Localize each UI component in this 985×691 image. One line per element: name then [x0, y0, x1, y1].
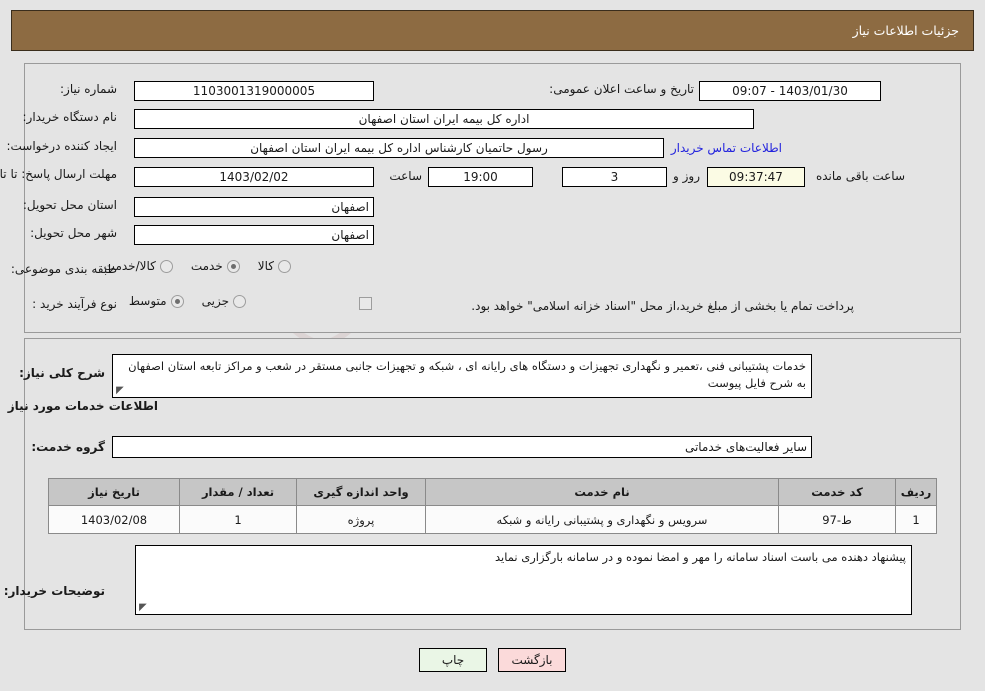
process-option-label: جزیی — [201, 294, 229, 308]
remaining-days-label: روز و — [673, 169, 700, 183]
public-announce-value: 1403/01/30 - 09:07 — [699, 81, 881, 101]
radio-icon[interactable] — [170, 294, 184, 308]
buyer-notes-textarea[interactable]: پیشنهاد دهنده می باست اسناد سامانه را مه… — [135, 545, 912, 615]
th-code: کد خدمت — [778, 478, 896, 506]
category-option-kala-khedmat[interactable]: کالا/خدمت — [104, 259, 173, 273]
page-title: جزئیات اطلاعات نیاز — [852, 23, 959, 38]
services-subtitle: اطلاعات خدمات مورد نیاز — [7, 399, 158, 413]
service-group-label: گروه خدمت: — [31, 440, 105, 454]
back-button[interactable]: بازگشت — [498, 648, 566, 672]
services-table-wrapper: ردیف کد خدمت نام خدمت واحد اندازه گیری ت… — [48, 478, 937, 534]
services-table: ردیف کد خدمت نام خدمت واحد اندازه گیری ت… — [48, 478, 937, 534]
category-option-kala[interactable]: کالا — [258, 259, 291, 273]
th-date: تاریخ نیاز — [48, 478, 180, 506]
cell-index: 1 — [895, 505, 937, 534]
buyer-org-label: نام دستگاه خریدار: — [22, 110, 118, 124]
cell-name: سرویس و نگهداری و پشتیبانی رایانه و شبکه — [425, 505, 779, 534]
need-number-value: 1103001319000005 — [134, 81, 374, 101]
radio-icon[interactable] — [233, 294, 246, 308]
creator-value: رسول حاتمیان کارشناس اداره کل بیمه ایران… — [134, 138, 664, 158]
cell-date: 1403/02/08 — [48, 505, 180, 534]
th-name: نام خدمت — [425, 478, 779, 506]
action-buttons: بازگشت چاپ — [0, 648, 985, 672]
table-header-row: ردیف کد خدمت نام خدمت واحد اندازه گیری ت… — [48, 478, 937, 506]
resize-grip-icon[interactable]: ◥ — [116, 385, 126, 396]
description-textarea[interactable]: خدمات پشتیبانی فنی ،تعمیر و نگهداری تجهی… — [112, 354, 812, 398]
process-option-jozei[interactable]: جزیی — [202, 294, 246, 308]
page-header: جزئیات اطلاعات نیاز — [11, 10, 974, 51]
cell-unit: پروژه — [296, 505, 426, 534]
category-radio-group[interactable]: کالا خدمت کالا/خدمت — [86, 259, 291, 273]
print-button[interactable]: چاپ — [419, 648, 487, 672]
page-root: جزئیات اطلاعات نیاز AnaTender.ir شماره ن… — [0, 0, 985, 691]
radio-icon[interactable] — [278, 259, 291, 273]
delivery-city-value: اصفهان — [134, 225, 374, 245]
need-number-row: شماره نیاز: — [60, 82, 117, 96]
process-radio-group[interactable]: جزیی متوسط — [111, 294, 246, 308]
deadline-label: مهلت ارسال پاسخ: تا تاریخ: — [0, 167, 117, 181]
delivery-city-label: شهر محل تحویل: — [30, 226, 117, 240]
process-option-label: متوسط — [128, 294, 167, 308]
creator-label: ایجاد کننده درخواست: — [6, 139, 117, 153]
delivery-province-row: استان محل تحویل: — [23, 198, 117, 212]
description-label: شرح کلی نیاز: — [19, 366, 105, 380]
deadline-row: مهلت ارسال پاسخ: تا تاریخ: — [0, 167, 117, 182]
cell-quantity: 1 — [179, 505, 297, 534]
remaining-days-value: 3 — [562, 167, 667, 187]
buyer-org-value: اداره کل بیمه ایران استان اصفهان — [134, 109, 754, 129]
service-group-value: سایر فعالیت‌های خدماتی — [112, 436, 812, 458]
category-option-khedmat[interactable]: خدمت — [191, 259, 240, 273]
buyer-notes-text: پیشنهاد دهنده می باست اسناد سامانه را مه… — [494, 550, 906, 564]
table-row: 1 ط-97 سرویس و نگهداری و پشتیبانی رایانه… — [48, 505, 937, 534]
deadline-date-value: 1403/02/02 — [134, 167, 374, 187]
th-unit: واحد اندازه گیری — [296, 478, 426, 506]
process-option-motevaset[interactable]: متوسط — [129, 294, 184, 308]
buyer-org-row: نام دستگاه خریدار: — [23, 110, 118, 124]
deadline-hour-value: 19:00 — [428, 167, 533, 187]
deadline-hour-label: ساعت — [389, 169, 422, 183]
process-label: نوع فرآیند خرید : — [32, 297, 117, 311]
th-quantity: تعداد / مقدار — [179, 478, 297, 506]
category-option-label: کالا/خدمت — [103, 259, 156, 273]
cell-code: ط-97 — [778, 505, 896, 534]
radio-icon[interactable] — [226, 259, 240, 273]
category-option-label: کالا — [257, 259, 274, 273]
public-announce-label: تاریخ و ساعت اعلان عمومی: — [549, 82, 694, 96]
remaining-time-value: 09:37:47 — [707, 167, 805, 187]
remaining-time-label: ساعت باقی مانده — [815, 169, 905, 183]
public-announce-row: تاریخ و ساعت اعلان عمومی: — [549, 82, 694, 96]
buyer-contact-link[interactable]: اطلاعات تماس خریدار — [671, 141, 782, 155]
treasury-checkbox-label: پرداخت تمام یا بخشی از مبلغ خرید،از محل … — [471, 299, 854, 313]
delivery-city-row: شهر محل تحویل: — [30, 226, 117, 240]
treasury-checkbox[interactable] — [359, 297, 372, 310]
description-text: خدمات پشتیبانی فنی ،تعمیر و نگهداری تجهی… — [128, 359, 806, 390]
delivery-province-value: اصفهان — [134, 197, 374, 217]
delivery-province-label: استان محل تحویل: — [22, 198, 117, 212]
radio-icon[interactable] — [159, 259, 173, 273]
creator-row: ایجاد کننده درخواست: — [6, 139, 117, 153]
th-index: ردیف — [895, 478, 937, 506]
category-option-label: خدمت — [190, 259, 223, 273]
resize-grip-icon[interactable]: ◥ — [139, 602, 149, 613]
buyer-notes-label: توضیحات خریدار: — [3, 584, 105, 598]
need-number-label: شماره نیاز: — [60, 82, 117, 96]
